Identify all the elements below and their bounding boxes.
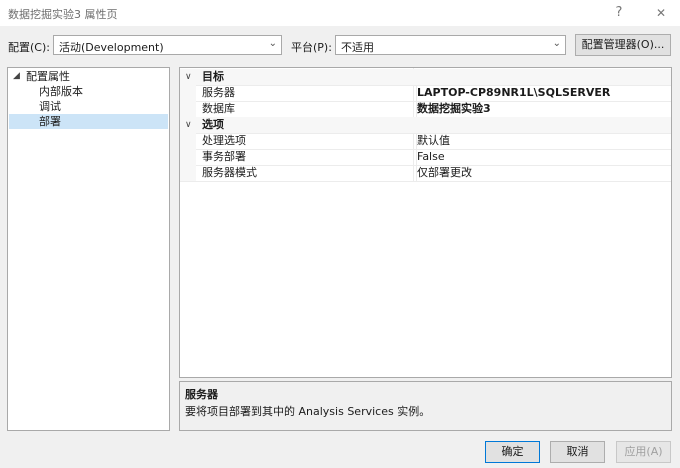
chevron-down-icon: ⌄ <box>268 38 277 49</box>
config-dropdown[interactable]: 活动(Development) ⌄ <box>53 35 282 55</box>
property-row-transactional-deployment[interactable]: 事务部署 False <box>180 149 671 166</box>
close-icon[interactable]: ✕ <box>648 3 674 23</box>
category-label: 目标 <box>202 70 224 83</box>
description-title: 服务器 <box>185 388 218 401</box>
expand-triangle-icon[interactable]: ◢ <box>13 71 20 81</box>
property-row-database[interactable]: 数据库 数据挖掘实验3 <box>180 101 671 118</box>
property-row-server-mode[interactable]: 服务器模式 仅部署更改 <box>180 165 671 182</box>
config-value: 活动(Development) <box>59 41 164 54</box>
apply-button[interactable]: 应用(A) <box>616 441 671 463</box>
chevron-down-icon[interactable]: ∨ <box>185 117 192 133</box>
property-tree: ◢ 配置属性 内部版本 调试 部署 <box>7 67 170 431</box>
platform-value: 不适用 <box>341 41 374 54</box>
property-value[interactable]: 默认值 <box>416 133 450 149</box>
config-label: 配置(C): <box>8 41 50 54</box>
category-options[interactable]: ∨ 选项 <box>180 117 671 134</box>
property-row-server[interactable]: 服务器 LAPTOP-CP89NR1L\SQLSERVER <box>180 85 671 102</box>
tree-item-build[interactable]: 内部版本 <box>39 84 83 99</box>
platform-dropdown[interactable]: 不适用 ⌄ <box>335 35 566 55</box>
property-value[interactable]: 仅部署更改 <box>416 165 472 181</box>
property-value[interactable]: False <box>416 149 445 165</box>
config-manager-button[interactable]: 配置管理器(O)... <box>575 34 671 56</box>
property-name: 服务器模式 <box>202 166 257 179</box>
description-pane: 服务器 要将项目部署到其中的 Analysis Services 实例。 <box>179 381 672 431</box>
property-name: 数据库 <box>202 102 235 115</box>
property-grid: ∨ 目标 服务器 LAPTOP-CP89NR1L\SQLSERVER 数据库 数… <box>179 67 672 378</box>
property-row-processing-option[interactable]: 处理选项 默认值 <box>180 133 671 150</box>
chevron-down-icon[interactable]: ∨ <box>185 69 192 85</box>
property-name: 处理选项 <box>202 134 246 147</box>
category-label: 选项 <box>202 118 224 131</box>
tree-item-deploy[interactable]: 部署 <box>9 114 168 129</box>
tree-root-config-properties[interactable]: 配置属性 <box>26 69 70 84</box>
ok-button[interactable]: 确定 <box>485 441 540 463</box>
cancel-button[interactable]: 取消 <box>550 441 605 463</box>
help-icon[interactable]: ? <box>606 3 632 23</box>
property-value[interactable]: 数据挖掘实验3 <box>416 101 491 117</box>
chevron-down-icon: ⌄ <box>552 38 561 49</box>
description-text: 要将项目部署到其中的 Analysis Services 实例。 <box>185 405 431 418</box>
window-title: 数据挖掘实验3 属性页 <box>8 8 118 21</box>
tree-item-debug[interactable]: 调试 <box>39 99 61 114</box>
property-name: 事务部署 <box>202 150 246 163</box>
property-name: 服务器 <box>202 86 235 99</box>
tree-item-deploy-label: 部署 <box>39 115 61 128</box>
property-value[interactable]: LAPTOP-CP89NR1L\SQLSERVER <box>416 85 610 101</box>
title-bar: 数据挖掘实验3 属性页 ? ✕ <box>0 0 680 26</box>
category-target[interactable]: ∨ 目标 <box>180 69 671 86</box>
platform-label: 平台(P): <box>291 41 332 54</box>
